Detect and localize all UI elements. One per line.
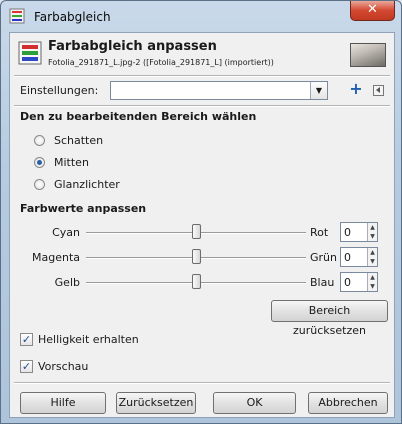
dialog-content: Farbabgleich anpassen Fotolia_291871_L.j… [9, 32, 395, 418]
image-preview-thumbnail [350, 43, 386, 67]
radio-label: Mitten [54, 156, 89, 169]
slider-handle[interactable] [192, 224, 201, 239]
value-spinbox[interactable]: 0 ▲ ▼ [340, 222, 378, 242]
settings-combobox[interactable]: ▼ [110, 81, 328, 100]
color-balance-icon [9, 8, 25, 24]
slider-left-label: Gelb [54, 276, 80, 289]
slider-right-label: Rot [310, 226, 329, 239]
reset-button[interactable]: Zurücksetzen [116, 392, 196, 414]
dialog-window: Farbabgleich ✕ Farbabgleich anpassen Fot… [0, 0, 402, 424]
cancel-button[interactable]: Abbrechen [308, 392, 388, 414]
slider-cyan-red: Cyan Rot 0 ▲ ▼ [10, 222, 394, 244]
spin-value: 0 [344, 226, 351, 239]
ok-button[interactable]: OK [213, 392, 296, 414]
radio-label: Glanzlichter [54, 178, 120, 191]
chevron-down-icon[interactable]: ▼ [310, 82, 327, 99]
header-subtitle: Fotolia_291871_L.jpg-2 ([Fotolia_291871_… [48, 58, 274, 67]
range-section-title: Den zu bearbeitenden Bereich wählen [20, 110, 257, 123]
radio-button[interactable] [34, 135, 45, 146]
radio-button[interactable] [34, 179, 45, 190]
slider-left-label: Cyan [52, 226, 80, 239]
dialog-header: Farbabgleich anpassen Fotolia_291871_L.j… [10, 33, 394, 75]
separator [14, 105, 390, 107]
separator [14, 75, 390, 77]
checkbox-label: Vorschau [38, 360, 89, 373]
spin-value: 0 [344, 276, 351, 289]
slider-left-label: Magenta [31, 251, 80, 264]
triangle-left-icon[interactable] [373, 85, 384, 96]
reset-range-button[interactable]: Bereich zurücksetzen [271, 300, 388, 337]
slider-right-label: Grün [310, 251, 337, 264]
header-title: Farbabgleich anpassen [48, 39, 217, 54]
color-balance-icon [18, 41, 42, 65]
separator [14, 382, 390, 384]
slider-handle[interactable] [192, 274, 201, 289]
spin-arrows-icon[interactable]: ▲ ▼ [367, 223, 377, 241]
slider-magenta-green: Magenta Grün 0 ▲ ▼ [10, 247, 394, 269]
value-spinbox[interactable]: 0 ▲ ▼ [340, 247, 378, 267]
title-bar[interactable]: Farbabgleich ✕ [1, 1, 401, 31]
slider-handle[interactable] [192, 249, 201, 264]
value-spinbox[interactable]: 0 ▲ ▼ [340, 272, 378, 292]
slider-right-label: Blau [310, 276, 335, 289]
checkbox-label: Helligkeit erhalten [38, 333, 139, 346]
radio-label: Schatten [54, 134, 104, 147]
spin-arrows-icon[interactable]: ▲ ▼ [367, 248, 377, 266]
checkbox[interactable]: ✓ [20, 333, 33, 346]
color-section-title: Farbwerte anpassen [20, 202, 147, 215]
radio-button[interactable] [34, 157, 45, 168]
help-button[interactable]: Hilfe [20, 392, 106, 414]
close-button[interactable]: ✕ [350, 1, 395, 21]
slider-yellow-blue: Gelb Blau 0 ▲ ▼ [10, 272, 394, 294]
settings-label: Einstellungen: [20, 84, 99, 97]
plus-icon[interactable]: + [349, 81, 363, 97]
spin-value: 0 [344, 251, 351, 264]
spin-arrows-icon[interactable]: ▲ ▼ [367, 273, 377, 291]
window-title: Farbabgleich [34, 10, 111, 24]
checkbox[interactable]: ✓ [20, 360, 33, 373]
